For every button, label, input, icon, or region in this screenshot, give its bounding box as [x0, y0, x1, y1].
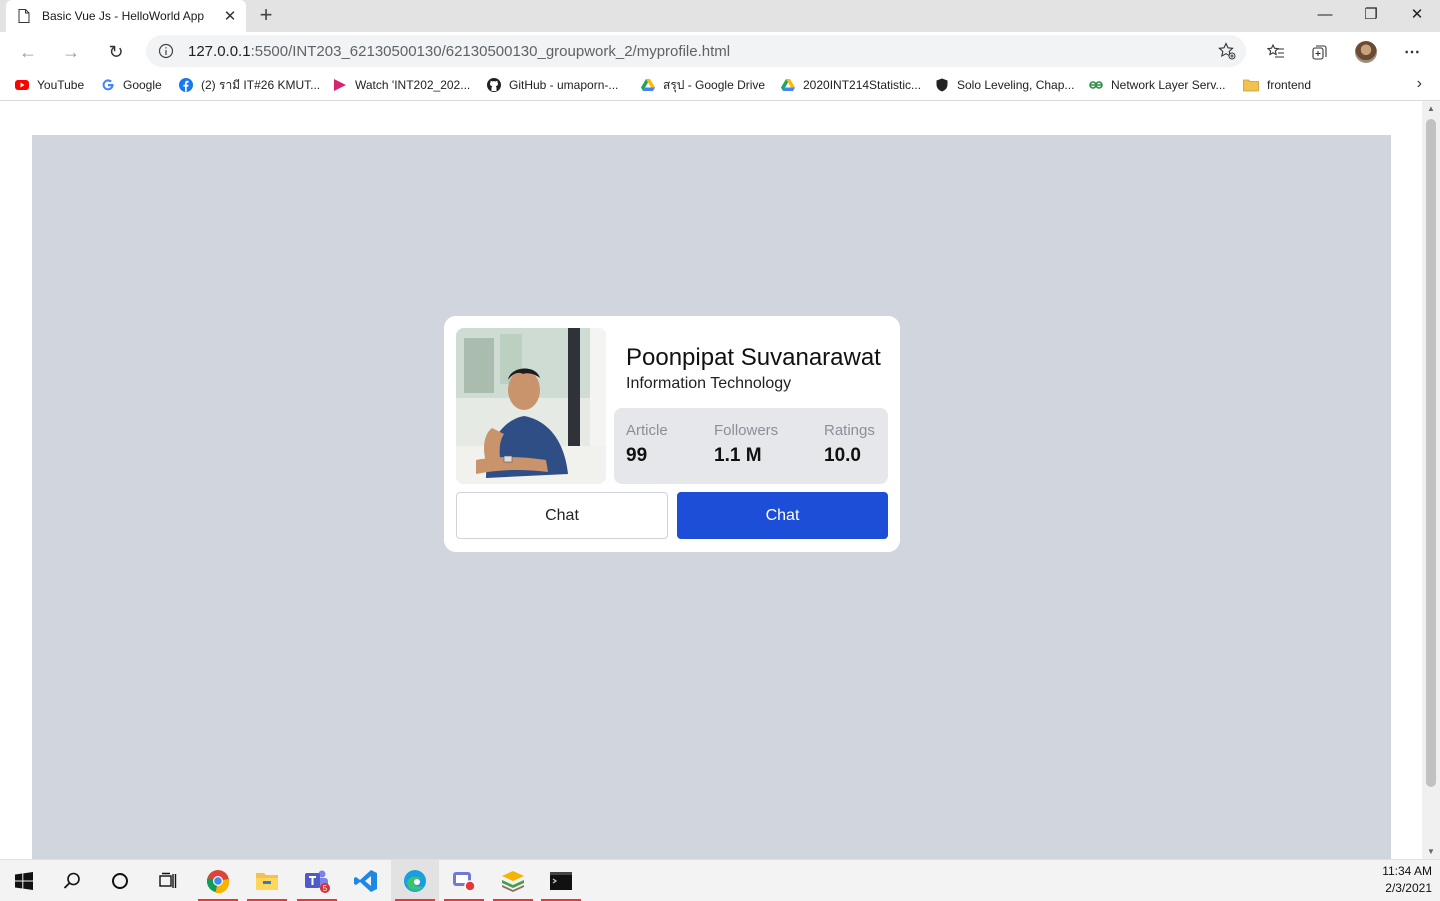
bookmark-label: (2) รามี IT#26 KMUT...	[201, 77, 321, 92]
system-clock[interactable]: 11:34 AM 2/3/2021	[1382, 863, 1432, 897]
teams-badge: 5	[323, 884, 328, 893]
bookmarks-bar: YouTube Google (2) รามี IT#26 KMUT... Wa…	[0, 70, 1440, 101]
new-tab-button[interactable]: +	[254, 4, 278, 28]
bookmark-label: Watch 'INT202_202...	[355, 78, 471, 92]
url-host: 127.0.0.1	[188, 43, 251, 60]
back-arrow-icon[interactable]: ←	[14, 38, 42, 66]
cortana-icon[interactable]	[96, 860, 144, 901]
play-icon	[334, 79, 346, 91]
stat-label: Ratings	[824, 422, 875, 439]
stat-ratings: Ratings 10.0	[824, 422, 875, 467]
bluestacks-icon[interactable]	[489, 860, 537, 901]
more-menu-icon[interactable]: ⋯	[1401, 41, 1423, 63]
stat-value: 1.1 M	[714, 445, 762, 466]
drive-icon	[641, 79, 655, 91]
bookmark-drive-statistic[interactable]: 2020INT214Statistic...	[781, 76, 921, 94]
add-favorite-icon[interactable]	[1218, 42, 1236, 60]
collections-icon[interactable]	[1309, 41, 1331, 63]
profile-department: Information Technology	[626, 375, 792, 392]
profile-photo-illustration	[456, 328, 606, 484]
folder-icon	[1243, 79, 1259, 92]
url-path: :5500/INT203_62130500130/62130500130_gro…	[250, 43, 731, 60]
clock-date: 2/3/2021	[1385, 881, 1432, 895]
taskbar: 5 11:34 AM 2/3/2021	[0, 859, 1440, 901]
url-text[interactable]: 127.0.0.1:5500/INT203_62130500130/621305…	[188, 43, 730, 60]
search-icon[interactable]	[48, 860, 96, 901]
chrome-icon[interactable]	[194, 860, 242, 901]
file-explorer-icon[interactable]	[243, 860, 291, 901]
avatar	[1355, 41, 1377, 63]
reload-icon[interactable]: ↻	[102, 38, 130, 66]
profile-stats: Article 99 Followers 1.1 M Ratings 10.0	[614, 408, 888, 484]
vertical-scrollbar[interactable]: ▲ ▼	[1422, 101, 1440, 859]
scrollbar-thumb[interactable]	[1426, 119, 1436, 787]
bookmark-label: Solo Leveling, Chap...	[957, 78, 1075, 92]
shield-icon	[936, 78, 948, 92]
favorites-icon[interactable]	[1265, 41, 1287, 63]
scroll-down-icon[interactable]: ▼	[1426, 847, 1436, 856]
bookmark-label: 2020INT214Statistic...	[803, 78, 922, 92]
profile-name: Poonpipat Suvanarawat	[626, 344, 881, 371]
tab-strip: Basic Vue Js - HelloWorld App ✕ + — ❐ ✕	[0, 0, 1440, 32]
stat-value: 99	[626, 445, 648, 466]
stat-article: Article 99	[626, 422, 668, 467]
bookmark-facebook[interactable]: (2) รามี IT#26 KMUT...	[179, 76, 320, 94]
gfg-icon	[1089, 81, 1103, 89]
github-icon	[487, 78, 501, 92]
google-icon	[102, 79, 114, 91]
bookmark-drive-summary[interactable]: สรุป - Google Drive	[641, 76, 765, 94]
bookmark-label: Network Layer Serv...	[1111, 78, 1226, 92]
page-viewport: Poonpipat Suvanarawat Information Techno…	[0, 101, 1422, 859]
drive-icon	[781, 79, 795, 91]
tab-title: Basic Vue Js - HelloWorld App	[42, 9, 205, 23]
facebook-icon	[179, 78, 193, 92]
bookmark-label: สรุป - Google Drive	[663, 77, 766, 92]
stat-label: Article	[626, 422, 668, 439]
vscode-icon[interactable]	[342, 860, 390, 901]
bookmark-label: frontend	[1267, 78, 1312, 92]
bookmark-github[interactable]: GitHub - umaporn-...	[487, 76, 618, 94]
profile-card: Poonpipat Suvanarawat Information Techno…	[444, 316, 900, 552]
bookmark-network-layer[interactable]: Network Layer Serv...	[1089, 76, 1225, 94]
bookmark-watch[interactable]: Watch 'INT202_202...	[333, 76, 470, 94]
info-icon[interactable]	[158, 43, 174, 59]
profile-photo	[456, 328, 606, 484]
close-window-button[interactable]: ✕	[1394, 0, 1440, 32]
clock-time: 11:34 AM	[1382, 864, 1432, 878]
browser-tab[interactable]: Basic Vue Js - HelloWorld App ✕	[6, 0, 246, 32]
scroll-up-icon[interactable]: ▲	[1426, 104, 1436, 113]
bookmark-label: YouTube	[37, 78, 85, 92]
bookmark-folder-frontend[interactable]: frontend	[1243, 76, 1311, 94]
stat-followers: Followers 1.1 M	[714, 422, 778, 467]
chevron-right-icon[interactable]: ›	[1417, 75, 1422, 93]
bookmark-google[interactable]: Google	[101, 76, 162, 94]
bookmark-youtube[interactable]: YouTube	[15, 76, 84, 94]
close-tab-icon[interactable]: ✕	[220, 7, 240, 25]
chat-primary-button[interactable]: Chat	[677, 492, 888, 539]
youtube-icon	[15, 80, 29, 90]
profile-avatar[interactable]	[1355, 41, 1377, 63]
screen-recorder-icon[interactable]	[440, 860, 488, 901]
bookmark-label: Google	[123, 78, 162, 92]
forward-arrow-icon[interactable]: →	[57, 38, 85, 66]
document-icon	[18, 9, 30, 23]
task-view-icon[interactable]	[144, 860, 192, 901]
bookmark-solo-leveling[interactable]: Solo Leveling, Chap...	[935, 76, 1074, 94]
stat-label: Followers	[714, 422, 779, 439]
bookmark-label: GitHub - umaporn-...	[509, 78, 619, 92]
chat-outline-button[interactable]: Chat	[456, 492, 668, 539]
terminal-icon[interactable]	[537, 860, 585, 901]
edge-icon[interactable]	[391, 860, 439, 901]
minimize-button[interactable]: —	[1302, 0, 1348, 32]
windows-start-icon[interactable]	[0, 860, 48, 901]
address-bar[interactable]: 127.0.0.1:5500/INT203_62130500130/621305…	[146, 35, 1246, 67]
restore-button[interactable]: ❐	[1348, 0, 1394, 32]
stat-value: 10.0	[824, 445, 861, 466]
browser-toolbar: ← → ↻ 127.0.0.1:5500/INT203_62130500130/…	[0, 32, 1440, 70]
teams-icon[interactable]: 5	[293, 860, 341, 901]
